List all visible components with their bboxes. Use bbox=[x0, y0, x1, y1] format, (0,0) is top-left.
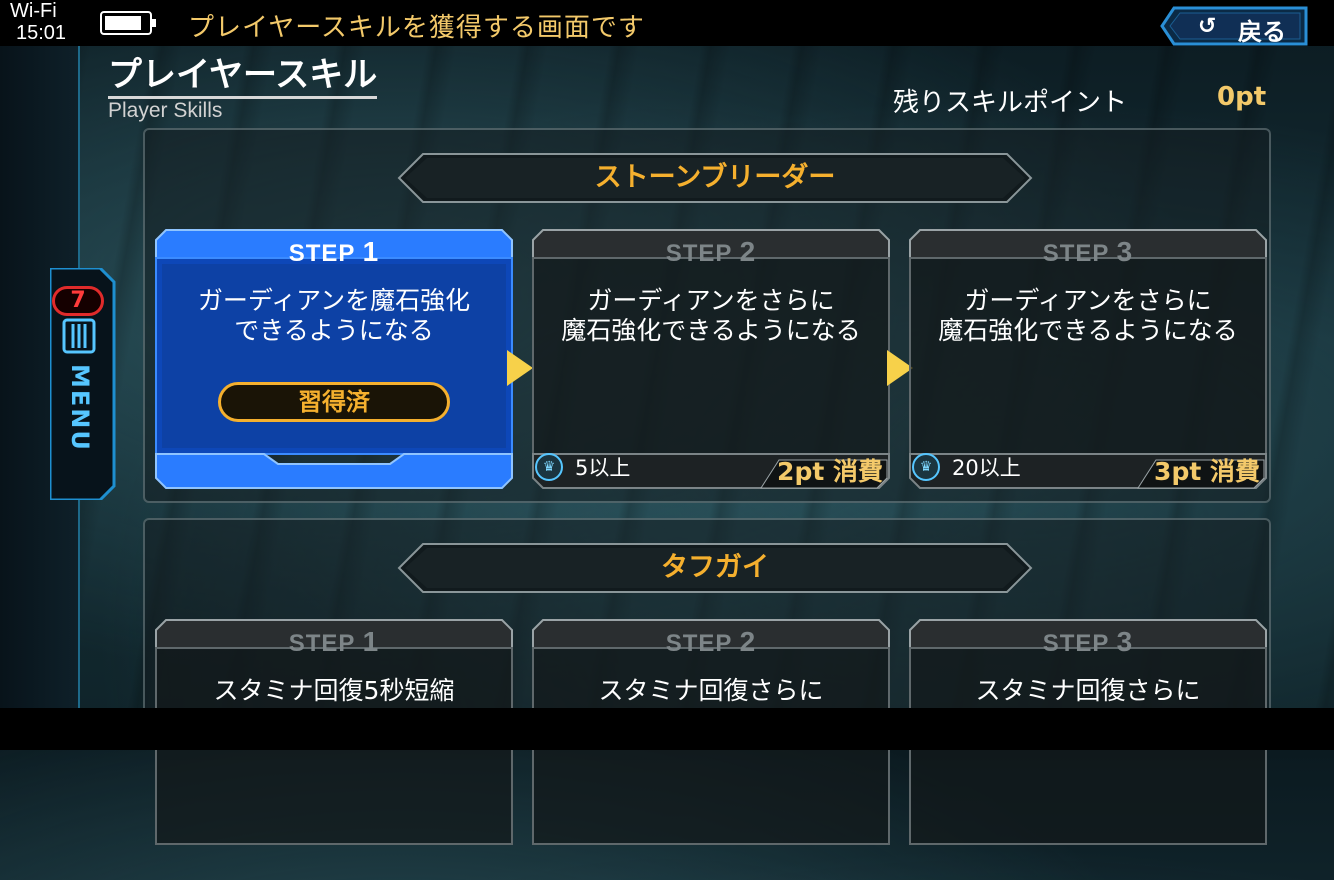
requirement-text: 5以上 bbox=[575, 456, 631, 480]
menu-label[interactable]: MENU bbox=[64, 364, 94, 452]
step-label: STEP 3 bbox=[1042, 626, 1134, 657]
wifi-status: Wi-Fi bbox=[10, 0, 57, 22]
skill-step-card[interactable]: STEP 1 ガーディアンを魔石強化 できるようになる 習得済 bbox=[154, 228, 514, 490]
skill-description: スタミナ回復5秒短縮 bbox=[213, 676, 455, 705]
page-subtitle: Player Skills bbox=[108, 99, 223, 122]
back-button-label: 戻る bbox=[1238, 18, 1286, 46]
skill-group-header: ストーンブリーダー bbox=[397, 152, 1033, 204]
step-label: STEP 2 bbox=[665, 626, 757, 657]
bottom-screen-edge bbox=[0, 708, 1334, 750]
crown-icon: ♛ bbox=[535, 453, 563, 481]
skill-description: ガーディアンをさらに 魔石強化できるようになる bbox=[938, 286, 1238, 345]
undo-arrow-icon: ↺ bbox=[1198, 14, 1217, 39]
acquired-status-badge: 習得済 bbox=[218, 382, 450, 422]
step-label: STEP 3 bbox=[1042, 236, 1134, 267]
skill-step-card[interactable]: STEP 2 ガーディアンをさらに 魔石強化できるようになる ♛ 5以上 2pt… bbox=[531, 228, 891, 490]
menu-lines-icon bbox=[62, 318, 96, 354]
remaining-points-value: 0pt bbox=[1217, 82, 1267, 112]
skill-description: ガーディアンをさらに 魔石強化できるようになる bbox=[561, 286, 861, 345]
skill-group-header: タフガイ bbox=[397, 542, 1033, 594]
skill-description: スタミナ回復さらに bbox=[975, 676, 1201, 705]
back-button[interactable]: ↺ 戻る bbox=[1160, 6, 1310, 46]
level-requirement: ♛ 20以上 bbox=[912, 450, 1021, 484]
step-label: STEP 1 bbox=[288, 626, 380, 657]
page-title: プレイヤースキル bbox=[108, 55, 378, 99]
skill-group-name: タフガイ bbox=[661, 552, 769, 583]
skill-step-card[interactable]: STEP 3 ガーディアンをさらに 魔石強化できるようになる ♛ 20以上 3p… bbox=[908, 228, 1268, 490]
skill-group-name: ストーンブリーダー bbox=[594, 162, 836, 193]
step-label: STEP 2 bbox=[665, 236, 757, 267]
requirement-text: 20以上 bbox=[952, 456, 1021, 480]
step-label: STEP 1 bbox=[288, 236, 380, 267]
skill-group-panel: タフガイ STEP 1 スタミナ回復5秒短縮 STEP 2 スタミナ回復さらに … bbox=[143, 518, 1271, 845]
level-requirement: ♛ 5以上 bbox=[535, 450, 630, 484]
point-cost: 3pt 消費 bbox=[1154, 457, 1260, 486]
skill-description: スタミナ回復さらに bbox=[598, 676, 824, 705]
notification-badge: 7 bbox=[52, 286, 104, 316]
point-cost: 2pt 消費 bbox=[777, 457, 883, 486]
skill-description: ガーディアンを魔石強化 できるようになる bbox=[197, 286, 471, 345]
screen-help-text: プレイヤースキルを獲得する画面です bbox=[188, 13, 645, 43]
top-status-bar: Wi-Fi 15:01 プレイヤースキルを獲得する画面です ↺ 戻る bbox=[0, 0, 1334, 46]
skill-group-panel: ストーンブリーダー STEP 1 ガーディアンを魔石強化 できるようになる 習得… bbox=[143, 128, 1271, 503]
crown-icon: ♛ bbox=[912, 453, 940, 481]
remaining-points-label: 残りスキルポイント bbox=[893, 88, 1128, 118]
clock: 15:01 bbox=[16, 22, 67, 44]
battery-icon bbox=[100, 11, 156, 35]
